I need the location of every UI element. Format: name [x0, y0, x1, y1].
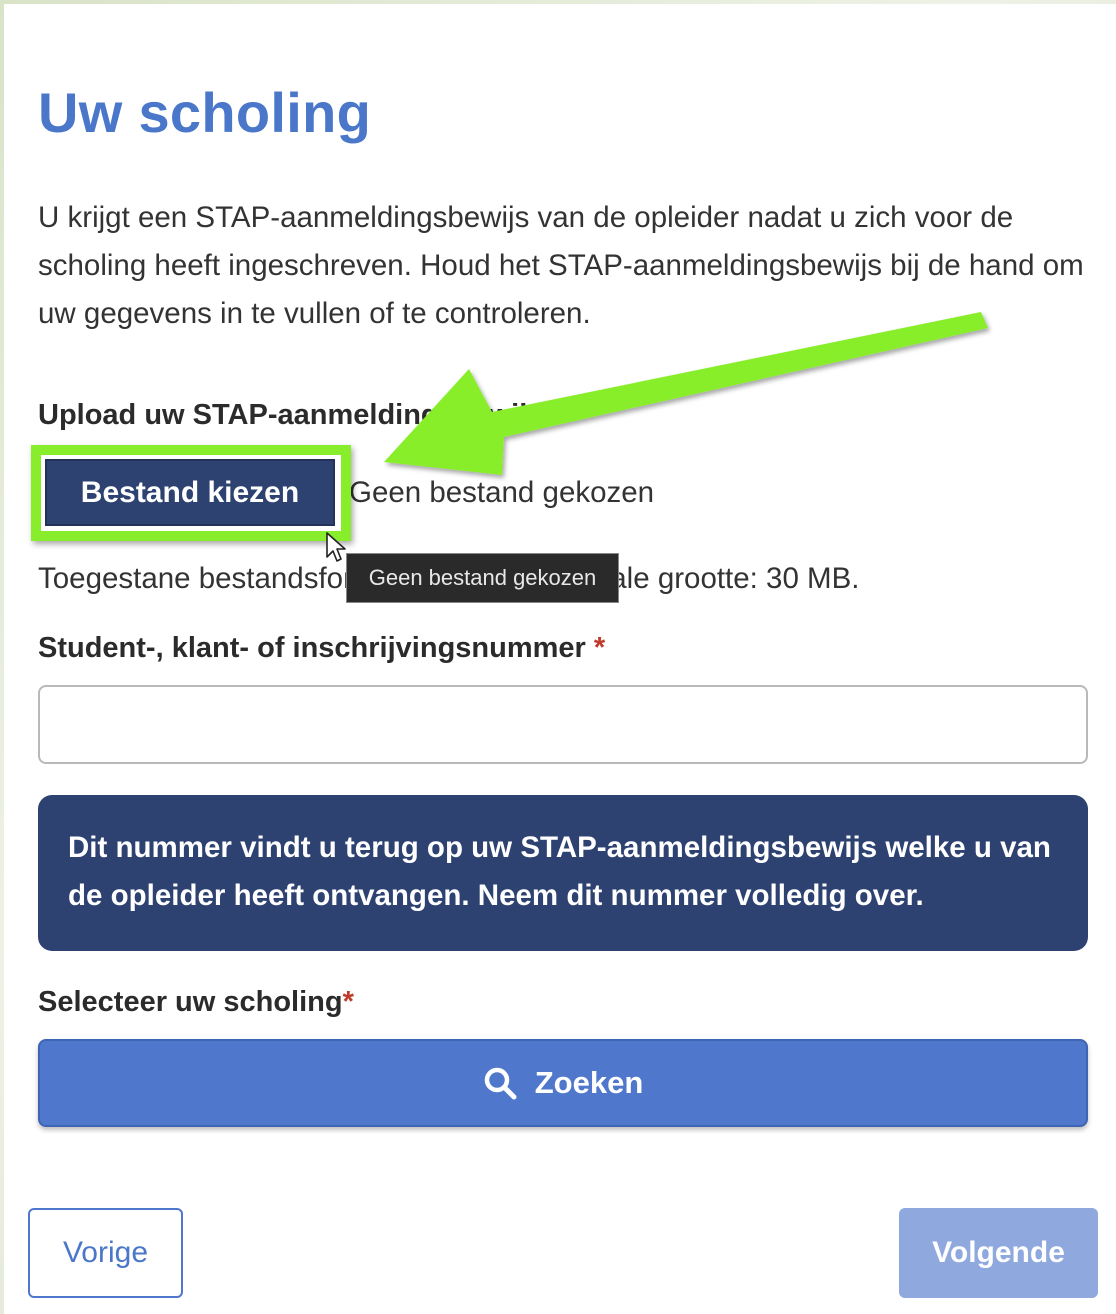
file-tooltip: Geen bestand gekozen	[346, 553, 619, 603]
required-mark: *	[342, 986, 354, 1018]
info-text: Dit nummer vindt u terug op uw STAP-aanm…	[68, 831, 1051, 912]
search-button[interactable]: Zoeken	[38, 1039, 1088, 1127]
mouse-cursor-icon	[326, 532, 346, 562]
student-number-label-text: Student-, klant- of inschrijvingsnummer	[38, 632, 586, 664]
search-icon	[484, 1067, 517, 1100]
required-mark: *	[593, 632, 606, 664]
select-scholing-label: Selecteer uw scholing*	[38, 986, 354, 1019]
next-button[interactable]: Volgende	[899, 1208, 1098, 1298]
page-title: Uw scholing	[38, 81, 372, 144]
choose-file-button[interactable]: Bestand kiezen	[45, 459, 335, 526]
select-scholing-label-text: Selecteer uw scholing	[38, 986, 343, 1018]
annotation-arrow	[384, 312, 988, 475]
previous-button[interactable]: Vorige	[28, 1208, 183, 1298]
info-box: Dit nummer vindt u terug op uw STAP-aanm…	[38, 795, 1088, 951]
student-number-input[interactable]	[38, 685, 1088, 764]
search-button-label: Zoeken	[534, 1065, 644, 1100]
form-card: Uw scholing U krijgt een STAP-aanmelding…	[4, 4, 1116, 1314]
student-number-label: Student-, klant- of inschrijvingsnummer …	[38, 632, 605, 665]
